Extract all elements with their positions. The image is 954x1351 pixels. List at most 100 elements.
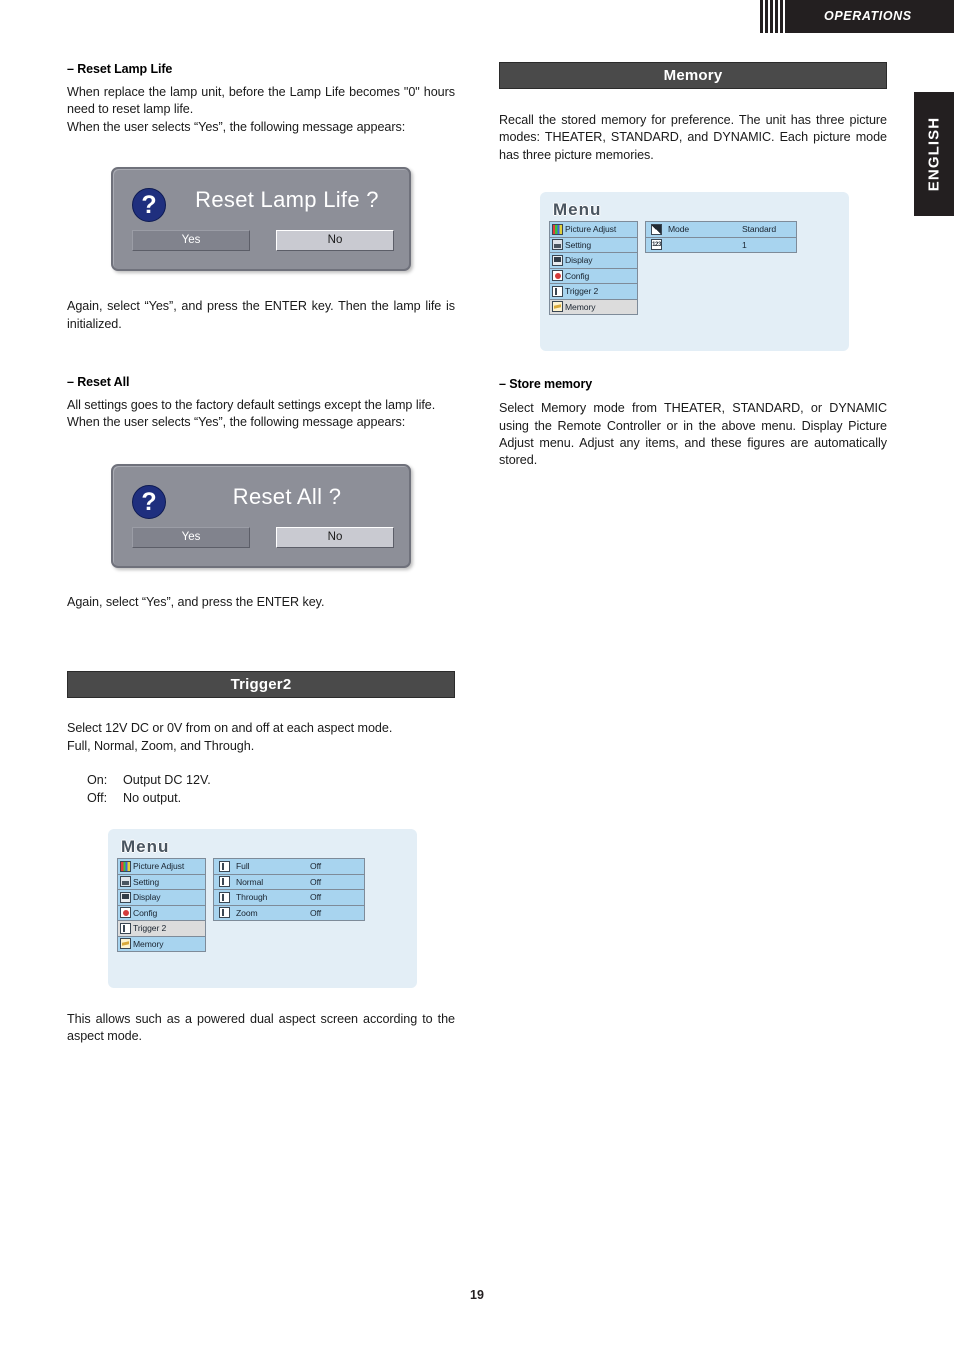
memory-icon — [552, 301, 563, 313]
reset-lamp-life-dialog-title: Reset Lamp Life ? — [195, 187, 379, 213]
trigger-icon — [120, 922, 131, 934]
trigger2-section-title: Trigger2 — [230, 676, 292, 694]
osd-value-row-full[interactable]: Full Off — [214, 859, 364, 875]
osd-menu-item-display[interactable]: Display — [550, 253, 637, 269]
store-memory-heading: – Store memory — [499, 377, 593, 392]
setting-icon — [120, 876, 131, 888]
osd-value-row-memory-number[interactable]: 123 1 — [646, 237, 796, 254]
trigger2-osd-menu: Menu Picture Adjust Setting Display Conf… — [108, 829, 417, 989]
osd-value-row-normal[interactable]: Normal Off — [214, 874, 364, 891]
osd-menu-item-label: Display — [565, 255, 593, 266]
osd-value-text: Off — [310, 861, 322, 872]
osd-value-text: Off — [310, 876, 322, 887]
osd-menu-item-label: Config — [133, 907, 158, 918]
osd-menu-item-picture-adjust[interactable]: Picture Adjust — [118, 859, 205, 875]
osd-menu-values: Full Off Normal Off Through Off Zoom Off — [213, 858, 365, 922]
header-stripe-decoration — [760, 0, 787, 33]
osd-menu-item-label: Memory — [565, 301, 596, 312]
osd-menu-item-trigger2[interactable]: Trigger 2 — [118, 921, 205, 937]
header-chapter-bar: OPERATIONS — [787, 0, 954, 33]
osd-menu-item-memory[interactable]: Memory — [550, 299, 637, 316]
reset-lamp-life-heading: – Reset Lamp Life — [67, 62, 173, 76]
trigger-icon — [219, 860, 230, 872]
osd-value-text: Off — [310, 892, 322, 903]
osd-menu-item-config[interactable]: Config — [550, 268, 637, 285]
osd-value-label: Full — [236, 861, 250, 872]
picture-adjust-icon — [552, 223, 563, 235]
trigger-icon — [219, 907, 230, 919]
reset-all-dialog-buttons: Yes No — [132, 526, 394, 548]
mode-icon — [651, 223, 662, 235]
trigger2-after-paragraph: This allows such as a powered dual aspec… — [67, 1012, 455, 1044]
osd-menu-values: Mode Standard 123 1 — [645, 221, 797, 254]
reset-lamp-life-yes-button[interactable]: Yes — [132, 230, 250, 252]
picture-adjust-icon — [120, 860, 131, 872]
osd-menu-item-label: Setting — [133, 876, 160, 887]
osd-menu-item-label: Trigger 2 — [133, 923, 167, 934]
osd-menu-title: Menu — [553, 200, 602, 220]
osd-menu-item-label: Picture Adjust — [565, 224, 617, 235]
config-icon — [552, 270, 563, 282]
reset-all-heading: – Reset All — [67, 375, 130, 390]
osd-menu-item-memory[interactable]: Memory — [118, 936, 205, 953]
right-column: Memory Recall the stored memory for pref… — [499, 62, 887, 470]
list-item: On: Output DC 12V. — [87, 772, 455, 790]
list-item: Off: No output. — [87, 790, 455, 808]
osd-menu-item-label: Trigger 2 — [565, 286, 599, 297]
osd-menu-item-label: Display — [133, 892, 161, 903]
on-label: On: — [87, 773, 108, 788]
memory-icon — [120, 938, 131, 950]
osd-value-text: Off — [310, 907, 322, 918]
trigger-icon — [219, 891, 230, 903]
reset-all-paragraph: All settings goes to the factory default… — [67, 398, 436, 430]
osd-value-text: Standard — [742, 224, 777, 235]
osd-menu-categories: Picture Adjust Setting Display Config Tr… — [117, 858, 206, 953]
page-number: 19 — [470, 1288, 484, 1302]
language-side-tab-label: ENGLISH — [925, 116, 943, 192]
question-mark-icon: ? — [132, 188, 166, 223]
osd-menu-categories: Picture Adjust Setting Display Config Tr… — [549, 221, 638, 316]
osd-menu-item-picture-adjust[interactable]: Picture Adjust — [550, 222, 637, 238]
osd-menu-item-setting[interactable]: Setting — [550, 237, 637, 254]
reset-lamp-life-dialog-buttons: Yes No — [132, 230, 394, 252]
osd-value-label: Normal — [236, 876, 264, 887]
page-header: OPERATIONS — [0, 0, 954, 33]
reset-all-no-button[interactable]: No — [276, 526, 394, 548]
language-side-tab: ENGLISH — [914, 92, 954, 216]
memory-paragraph: Recall the stored memory for preference.… — [499, 113, 887, 162]
osd-menu-item-label: Memory — [133, 938, 164, 949]
osd-menu-item-label: Config — [565, 270, 590, 281]
reset-lamp-life-dialog: ? Reset Lamp Life ? Yes No — [111, 167, 411, 272]
reset-all-dialog-title: Reset All ? — [232, 483, 342, 509]
reset-lamp-life-paragraph: When replace the lamp unit, before the L… — [67, 85, 455, 134]
osd-menu-item-trigger2[interactable]: Trigger 2 — [550, 284, 637, 300]
memory-section-bar: Memory — [499, 62, 887, 89]
reset-all-dialog: ? Reset All ? Yes No — [111, 463, 411, 568]
osd-menu-item-label: Picture Adjust — [133, 861, 185, 872]
reset-all-after-paragraph: Again, select “Yes”, and press the ENTER… — [67, 594, 325, 609]
osd-value-row-mode[interactable]: Mode Standard — [646, 222, 796, 238]
off-value: No output. — [123, 790, 182, 805]
memory-section-title: Memory — [663, 67, 723, 84]
reset-lamp-life-after-paragraph: Again, select “Yes”, and press the ENTER… — [67, 299, 455, 331]
reset-all-yes-button[interactable]: Yes — [132, 526, 250, 548]
trigger2-onoff-list: On: Output DC 12V. Off: No output. — [87, 772, 455, 807]
store-memory-paragraph: Select Memory mode from THEATER, STANDAR… — [499, 401, 887, 468]
osd-menu-title: Menu — [121, 837, 170, 857]
display-icon — [552, 254, 563, 266]
memory-osd-menu: Menu Picture Adjust Setting Display Conf… — [540, 192, 849, 352]
osd-value-row-through[interactable]: Through Off — [214, 890, 364, 906]
on-value: Output DC 12V. — [123, 773, 211, 788]
trigger2-paragraph: Select 12V DC or 0V from on and off at e… — [67, 721, 393, 753]
osd-value-text: 1 — [742, 239, 747, 250]
osd-menu-item-config[interactable]: Config — [118, 905, 205, 922]
setting-icon — [552, 239, 563, 251]
osd-menu-item-setting[interactable]: Setting — [118, 874, 205, 891]
reset-lamp-life-no-button[interactable]: No — [276, 230, 394, 252]
number-icon: 123 — [651, 239, 662, 251]
left-column: – Reset Lamp Life When replace the lamp … — [67, 62, 455, 1046]
osd-value-row-zoom[interactable]: Zoom Off — [214, 905, 364, 922]
off-label: Off: — [87, 790, 108, 805]
osd-menu-item-label: Setting — [565, 239, 592, 250]
osd-menu-item-display[interactable]: Display — [118, 890, 205, 906]
